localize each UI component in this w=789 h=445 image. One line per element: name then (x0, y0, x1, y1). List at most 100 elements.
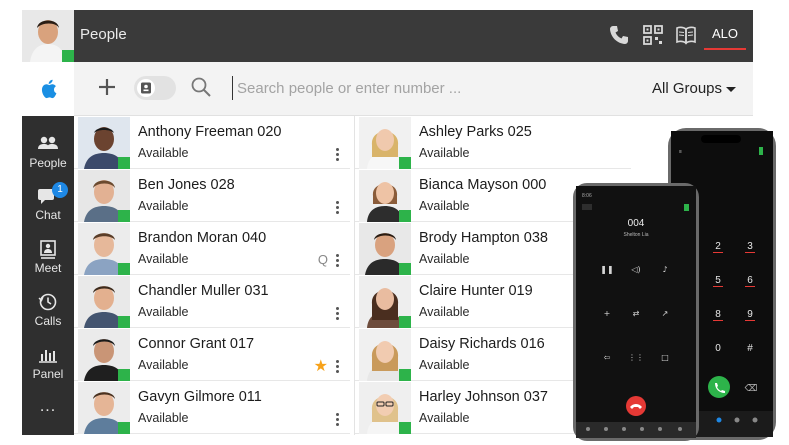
people-icon (38, 136, 58, 149)
svg-text:2: 2 (715, 241, 721, 252)
svg-text:↗: ↗ (662, 309, 669, 318)
book-icon[interactable] (675, 24, 697, 46)
svg-text:9: 9 (747, 309, 753, 320)
avatar (78, 170, 130, 222)
rail-label-meet: Meet (34, 261, 62, 275)
chat-unread-badge: 1 (52, 182, 68, 198)
chevron-down-icon (726, 86, 737, 92)
more-options-icon[interactable] (336, 307, 340, 321)
contact-row[interactable]: Brandon Moran 040 Available Q (74, 222, 350, 275)
svg-text:≡: ≡ (679, 149, 682, 155)
contact-row[interactable]: Chandler Muller 031 Available (74, 275, 350, 328)
avatar (359, 117, 411, 169)
contact-name: Brody Hampton 038 (419, 230, 548, 246)
contact-status: Available (419, 199, 470, 213)
contact-card-icon (141, 82, 151, 94)
svg-text:❚❚: ❚❚ (600, 265, 613, 274)
contact-name: Anthony Freeman 020 (138, 124, 282, 140)
svg-text:#: # (747, 343, 753, 354)
contact-row[interactable]: Ashley Parks 025 Available (355, 116, 631, 169)
contact-status: Available (138, 146, 189, 160)
contact-name: Bianca Mayson 000 (419, 177, 547, 193)
rail-item-people[interactable]: People (22, 128, 74, 178)
contact-name: Harley Johnson 037 (419, 389, 548, 405)
search-icon[interactable] (190, 76, 212, 98)
panel-icon (39, 350, 57, 363)
contact-name: Connor Grant 017 (138, 336, 255, 352)
contact-name: Daisy Richards 016 (419, 336, 545, 352)
contact-name: Gavyn Gilmore 011 (138, 389, 262, 405)
presence-indicator (399, 210, 411, 222)
mobile-phone-front: 8:06 004 Shelton Lia ❚❚ ◁) ♪ + ⇄ ↗ ⇦ ⋮⋮ □ (573, 183, 699, 441)
user-avatar-icon (22, 10, 74, 62)
search-bar: All Groups (74, 62, 753, 116)
contact-status: Available (419, 411, 470, 425)
avatar (78, 276, 130, 328)
presence-indicator (399, 263, 411, 275)
svg-text:⇦: ⇦ (604, 353, 611, 362)
more-options-icon[interactable] (336, 254, 340, 268)
svg-text:0: 0 (715, 343, 721, 354)
contact-row[interactable]: Gavyn Gilmore 011 Available (74, 381, 350, 434)
presence-indicator (399, 316, 411, 328)
rail-item-meet[interactable]: Meet (22, 233, 74, 283)
add-contact-button[interactable] (94, 74, 120, 100)
rail-label-chat: Chat (35, 208, 61, 222)
avatar (78, 329, 130, 381)
contact-status: Available (419, 305, 470, 319)
avatar (359, 223, 411, 275)
contact-status: Available (419, 358, 470, 372)
contact-row[interactable]: Connor Grant 017 Available ★ (74, 328, 350, 381)
svg-text:5: 5 (715, 275, 721, 286)
rail-item-chat[interactable]: 1 Chat (22, 180, 74, 230)
more-options-icon[interactable] (336, 201, 340, 215)
top-bar: People ALO (74, 10, 753, 62)
search-small-icon[interactable]: Q (318, 252, 328, 267)
contact-name: Ben Jones 028 (138, 177, 235, 193)
call-number: 004 (628, 218, 645, 229)
rail-item-calls[interactable]: Calls (22, 286, 74, 336)
avatar (359, 170, 411, 222)
more-options-icon[interactable] (336, 360, 340, 374)
group-filter-dropdown[interactable]: All Groups (652, 80, 737, 97)
svg-text:□: □ (661, 353, 669, 362)
qr-code-icon[interactable] (642, 24, 664, 46)
left-rail: People 1 Chat Meet Calls Panel ... (22, 10, 74, 435)
contact-row[interactable]: Anthony Freeman 020 Available (74, 116, 350, 169)
rail-item-panel[interactable]: Panel (22, 339, 74, 389)
presence-indicator (118, 263, 130, 275)
svg-text:+: + (604, 309, 611, 318)
calls-history-icon (38, 293, 57, 311)
favorite-star-icon[interactable]: ★ (314, 356, 328, 376)
rail-label-calls: Calls (34, 314, 62, 328)
group-filter-label: All Groups (652, 80, 723, 97)
meet-icon (40, 240, 56, 259)
contact-row[interactable]: Ben Jones 028 Available (74, 169, 350, 222)
svg-text:◁): ◁) (630, 265, 640, 274)
avatar (78, 223, 130, 275)
contact-status: Available (138, 199, 189, 213)
page-title: People (80, 26, 127, 43)
svg-text:3: 3 (747, 241, 753, 252)
apple-tab[interactable] (22, 62, 74, 116)
contact-view-toggle[interactable] (134, 76, 176, 100)
my-avatar[interactable] (22, 10, 74, 62)
contact-name: Brandon Moran 040 (138, 230, 267, 246)
plus-icon (99, 79, 115, 95)
phone-call-screen: 8:06 004 Shelton Lia ❚❚ ◁) ♪ + ⇄ ↗ ⇦ ⋮⋮ □ (576, 186, 696, 438)
more-menu-button[interactable]: ... (22, 398, 74, 416)
more-options-icon[interactable] (336, 148, 340, 162)
presence-indicator (118, 316, 130, 328)
contact-status: Available (138, 358, 189, 372)
contact-status: Available (419, 146, 470, 160)
presence-indicator (399, 422, 411, 434)
more-options-icon[interactable] (336, 413, 340, 427)
phone-icon[interactable] (608, 24, 630, 46)
avatar (359, 382, 411, 434)
search-input[interactable] (232, 76, 562, 100)
alo-button[interactable]: ALO (704, 20, 746, 50)
toggle-knob (137, 79, 155, 97)
caller-name: Shelton Lia (623, 232, 648, 238)
contact-name: Chandler Muller 031 (138, 283, 269, 299)
presence-indicator (118, 369, 130, 381)
